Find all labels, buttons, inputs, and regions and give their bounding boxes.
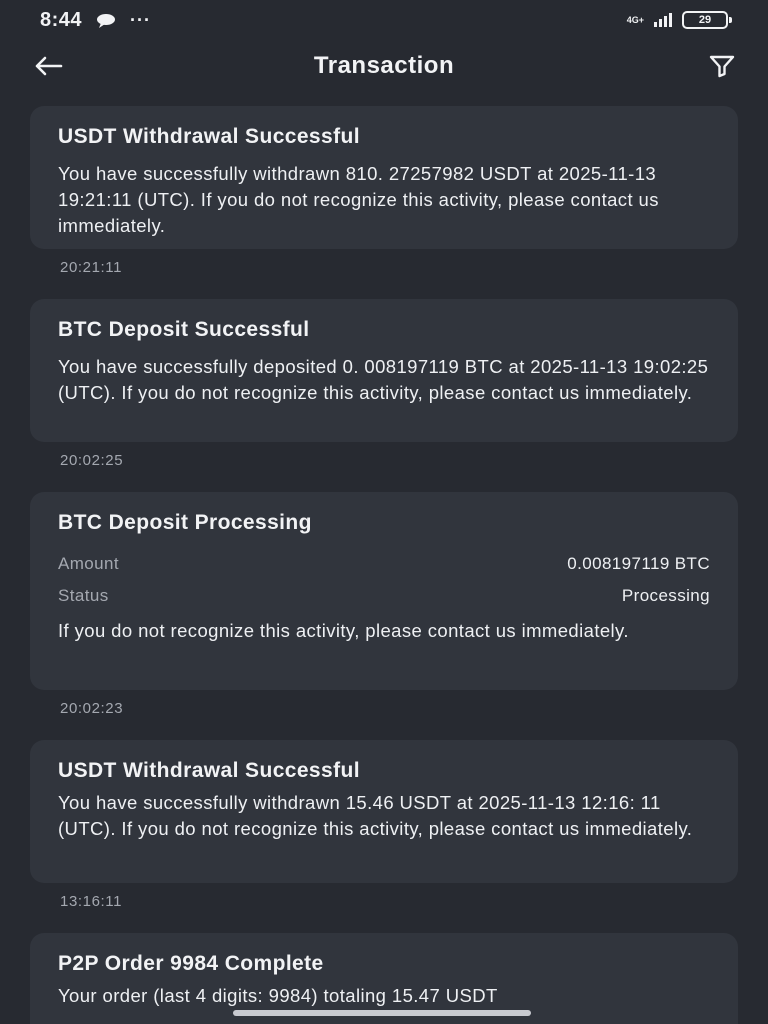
chat-bubble-icon xyxy=(96,13,116,28)
card-body: You have successfully withdrawn 15.46 US… xyxy=(58,792,693,839)
filter-button[interactable] xyxy=(700,50,744,82)
status-label: Status xyxy=(58,586,109,605)
card-body: You have successfully deposited 0. 00819… xyxy=(58,356,709,403)
app-header: Transaction xyxy=(0,40,768,92)
amount-value: 0.008197119 BTC xyxy=(567,554,710,573)
status-value: Processing xyxy=(621,586,710,605)
home-indicator[interactable] xyxy=(233,1010,531,1016)
back-button[interactable] xyxy=(26,50,70,82)
status-left: 8:44 ··· xyxy=(40,9,151,32)
card-title: P2P Order 9984 Complete xyxy=(58,952,324,975)
transaction-card[interactable]: USDT Withdrawal Successful You have succ… xyxy=(30,740,738,883)
item-timestamp: 20:02:23 xyxy=(60,700,124,717)
item-timestamp: 20:02:25 xyxy=(60,452,124,469)
card-title: BTC Deposit Successful xyxy=(58,318,310,341)
details-table: Amount 0.008197119 BTC Status Processing xyxy=(58,548,710,612)
page-title: Transaction xyxy=(313,52,455,79)
status-right: 4G+ 29 xyxy=(626,11,732,29)
amount-row: Amount 0.008197119 BTC xyxy=(58,548,710,580)
battery-level: 29 xyxy=(698,14,712,26)
status-time: 8:44 xyxy=(40,8,83,31)
transaction-card[interactable]: USDT Withdrawal Successful You have succ… xyxy=(30,106,738,249)
status-bar: 8:44 ··· 4G+ 29 xyxy=(0,0,768,40)
transaction-card[interactable]: BTC Deposit Processing Amount 0.00819711… xyxy=(30,492,738,690)
card-title: USDT Withdrawal Successful xyxy=(58,125,360,148)
card-title: BTC Deposit Processing xyxy=(58,511,312,534)
item-timestamp: 13:16:11 xyxy=(60,893,123,910)
card-body: You have successfully withdrawn 810. 272… xyxy=(58,163,659,236)
transaction-list: USDT Withdrawal Successful You have succ… xyxy=(30,106,738,1024)
filter-icon xyxy=(709,55,735,78)
more-notifications-icon: ··· xyxy=(130,9,152,30)
back-arrow-icon xyxy=(35,56,63,76)
signal-icon xyxy=(654,13,672,27)
battery-icon: 29 xyxy=(682,11,732,29)
network-type: 4G+ xyxy=(626,14,644,25)
card-title: USDT Withdrawal Successful xyxy=(58,759,360,782)
card-body: Your order (last 4 digits: 9984) totalin… xyxy=(58,985,498,1006)
item-timestamp: 20:21:11 xyxy=(60,259,123,276)
card-note: If you do not recognize this activity, p… xyxy=(58,620,629,641)
status-row: Status Processing xyxy=(58,580,710,612)
transaction-card[interactable]: BTC Deposit Successful You have successf… xyxy=(30,299,738,442)
amount-label: Amount xyxy=(58,554,119,573)
